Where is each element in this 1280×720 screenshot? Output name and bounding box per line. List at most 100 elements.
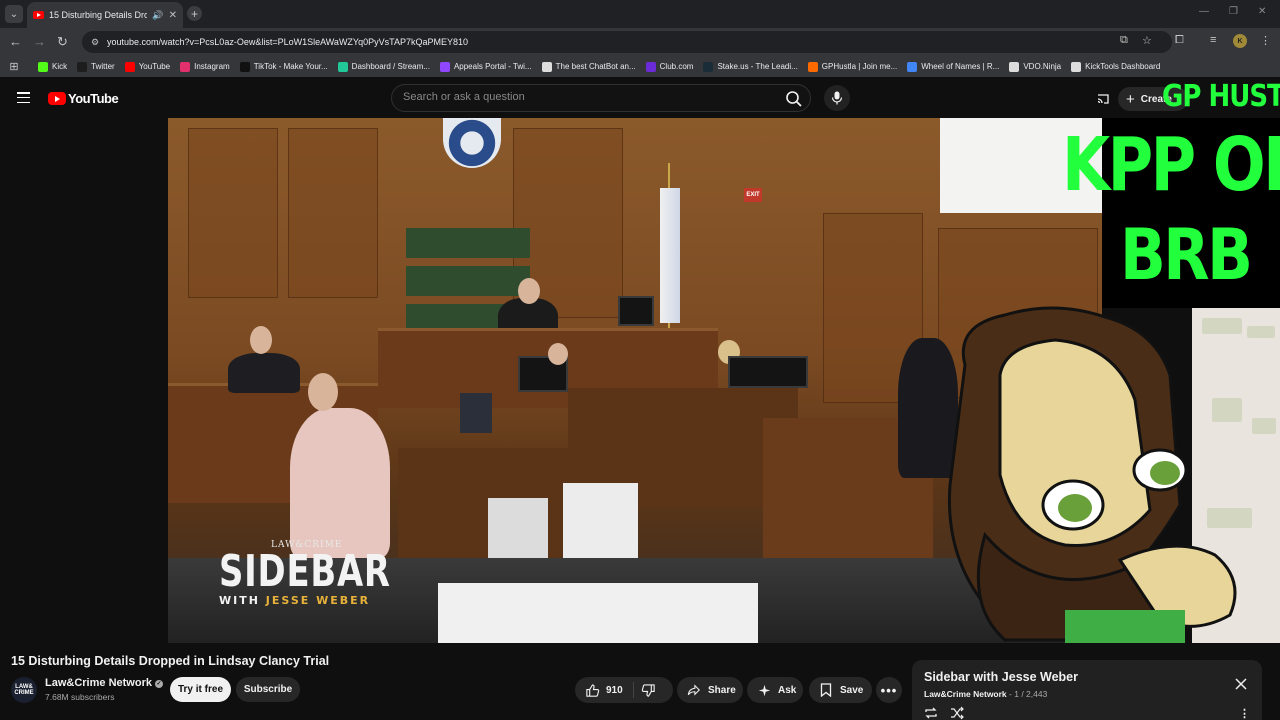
show-logo-title: SIDEBAR (219, 546, 391, 597)
install-app-icon[interactable]: ⧉ (1120, 34, 1128, 47)
witness (290, 408, 390, 558)
loop-icon[interactable] (924, 706, 938, 720)
bookmark-label[interactable]: Wheel of Names | R... (921, 62, 999, 71)
browser-menu-icon[interactable]: ⋮ (1260, 34, 1271, 47)
monitor (618, 296, 654, 326)
playlist-owner[interactable]: Law&Crime Network (924, 689, 1007, 699)
bookmark-item[interactable]: Dashboard / Stream... (337, 61, 430, 72)
voice-search-mic-icon[interactable] (824, 85, 850, 111)
plus-icon: + (1126, 90, 1135, 108)
address-url[interactable]: youtube.com/watch?v=PcsL0az-Oew&list=PLo… (107, 37, 468, 47)
playlist-close-icon[interactable] (1234, 677, 1248, 691)
bookmark-favicon-icon (645, 61, 656, 72)
channel-avatar[interactable]: LAW& CRIME (11, 677, 37, 703)
browser-tabstrip: ⌄ 15 Disturbing Details Dropp 🔊 ✕ + — ❐ … (0, 0, 1280, 28)
minimize-icon[interactable]: — (1199, 6, 1209, 17)
playlist-meta: Law&Crime Network - 1 / 2,443 (924, 689, 1048, 699)
forward-arrow-icon[interactable]: → (33, 34, 46, 50)
address-bar[interactable]: ⚙ youtube.com/watch?v=PcsL0az-Oew&list=P… (82, 31, 1172, 53)
bookmark-label[interactable]: Instagram (194, 62, 230, 71)
like-dislike-group: 910 (575, 677, 673, 703)
tab-search-chevron-icon[interactable]: ⌄ (5, 5, 23, 23)
search-input[interactable] (403, 91, 773, 103)
bookmark-label[interactable]: The best ChatBot an... (556, 62, 636, 71)
bookmark-favicon-icon (907, 61, 918, 72)
subscribe-button[interactable]: Subscribe (236, 677, 300, 702)
extensions-icon[interactable]: ⧠ (1175, 34, 1184, 47)
bookmark-item[interactable]: Stake.us - The Leadi... (703, 61, 798, 72)
search-box[interactable] (391, 84, 811, 112)
profile-avatar-icon[interactable]: K (1233, 34, 1247, 48)
bookmark-label[interactable]: Club.com (660, 62, 694, 71)
bookmark-item[interactable]: KickTools Dashboard (1071, 61, 1160, 72)
bookmark-favicon-icon (1071, 61, 1082, 72)
tab-close-icon[interactable]: ✕ (169, 10, 177, 21)
channel-name-row[interactable]: Law&Crime Network ✓ (45, 677, 163, 689)
bookmark-label[interactable]: Stake.us - The Leadi... (717, 62, 797, 71)
menu-hamburger-icon[interactable] (17, 92, 30, 104)
browser-tab-active[interactable]: 15 Disturbing Details Dropp 🔊 ✕ (27, 2, 183, 28)
bookmark-item[interactable]: TikTok - Make Your... (239, 61, 328, 72)
ask-label: Ask (778, 684, 797, 696)
overlay-brb: BRB (1120, 214, 1253, 296)
dislike-thumb-icon[interactable] (641, 683, 656, 698)
bookmark-item[interactable]: The best ChatBot an... (541, 61, 636, 72)
bookmark-label[interactable]: Twitter (91, 62, 115, 71)
window-close-icon[interactable]: ✕ (1258, 6, 1266, 17)
bookmark-item[interactable]: Club.com (645, 61, 694, 72)
bookmark-label[interactable]: VDO.Ninja (1023, 62, 1061, 71)
playlist-panel: Sidebar with Jesse Weber Law&Crime Netwo… (912, 660, 1262, 720)
exit-sign: EXIT (744, 188, 762, 202)
speaker-icon[interactable]: 🔊 (152, 10, 163, 21)
channel-name[interactable]: Law&Crime Network (45, 677, 152, 689)
reload-icon[interactable]: ↻ (57, 34, 68, 50)
bookmark-favicon-icon (124, 61, 135, 72)
apps-grid-icon[interactable]: ⊞ (0, 60, 28, 73)
monitor (728, 356, 808, 388)
back-arrow-icon[interactable]: ← (9, 34, 22, 50)
bookmark-item[interactable]: YouTube (124, 61, 170, 72)
media-controls-icon[interactable]: ≡ (1210, 34, 1216, 46)
wall-panel (188, 128, 278, 298)
bookmarks-bar: ⊞ Kick Twitter YouTube Instagram TikTok - Ma… (0, 56, 1280, 77)
bookmark-label[interactable]: Appeals Portal - Twi... (454, 62, 532, 71)
site-info-icon[interactable]: ⚙ (88, 35, 102, 49)
playlist-title[interactable]: Sidebar with Jesse Weber (924, 670, 1078, 684)
share-button[interactable]: Share (677, 677, 743, 703)
save-button[interactable]: Save (809, 677, 872, 703)
bookmark-item[interactable]: Twitter (77, 61, 115, 72)
tab-title: 15 Disturbing Details Dropp (49, 10, 148, 20)
playlist-position: 1 / 2,443 (1014, 689, 1048, 699)
subscriber-count: 7.68M subscribers (45, 692, 115, 702)
youtube-logo[interactable]: YouTube (48, 91, 119, 106)
bookmark-label[interactable]: Kick (52, 62, 67, 71)
search-icon[interactable] (784, 89, 804, 109)
bookmark-label[interactable]: Dashboard / Stream... (352, 62, 430, 71)
shuffle-icon[interactable] (950, 706, 964, 720)
flag (660, 188, 680, 323)
bookmark-item[interactable]: VDO.Ninja (1009, 61, 1061, 72)
playlist-more-icon[interactable]: ⋮ (1239, 707, 1250, 720)
bookmark-star-icon[interactable]: ☆ (1142, 34, 1152, 47)
bookmark-item[interactable]: Kick (38, 61, 67, 72)
more-actions-icon[interactable]: ••• (876, 677, 902, 703)
bookmark-label[interactable]: YouTube (139, 62, 170, 71)
bookshelf-row (406, 266, 530, 296)
try-it-free-button[interactable]: Try it free (170, 677, 231, 702)
bookmark-item[interactable]: Instagram (180, 61, 230, 72)
like-thumb-icon[interactable] (585, 683, 600, 698)
bookmark-label[interactable]: TikTok - Make Your... (254, 62, 328, 71)
video-title: 15 Disturbing Details Dropped in Lindsay… (11, 654, 330, 668)
maximize-icon[interactable]: ❐ (1229, 6, 1238, 17)
bookmark-item[interactable]: Appeals Portal - Twi... (439, 61, 532, 72)
new-tab-button[interactable]: + (187, 6, 202, 21)
bookmark-label[interactable]: KickTools Dashboard (1085, 62, 1160, 71)
bookmark-label[interactable]: GPHustla | Join me... (822, 62, 897, 71)
bookmark-item[interactable]: Wheel of Names | R... (907, 61, 999, 72)
ask-button[interactable]: Ask (747, 677, 803, 703)
bookmark-item[interactable]: GPHustla | Join me... (807, 61, 897, 72)
cast-icon[interactable] (1096, 92, 1110, 106)
like-count[interactable]: 910 (606, 685, 623, 696)
clerk-head (548, 343, 568, 365)
bookmark-icon (820, 683, 832, 697)
